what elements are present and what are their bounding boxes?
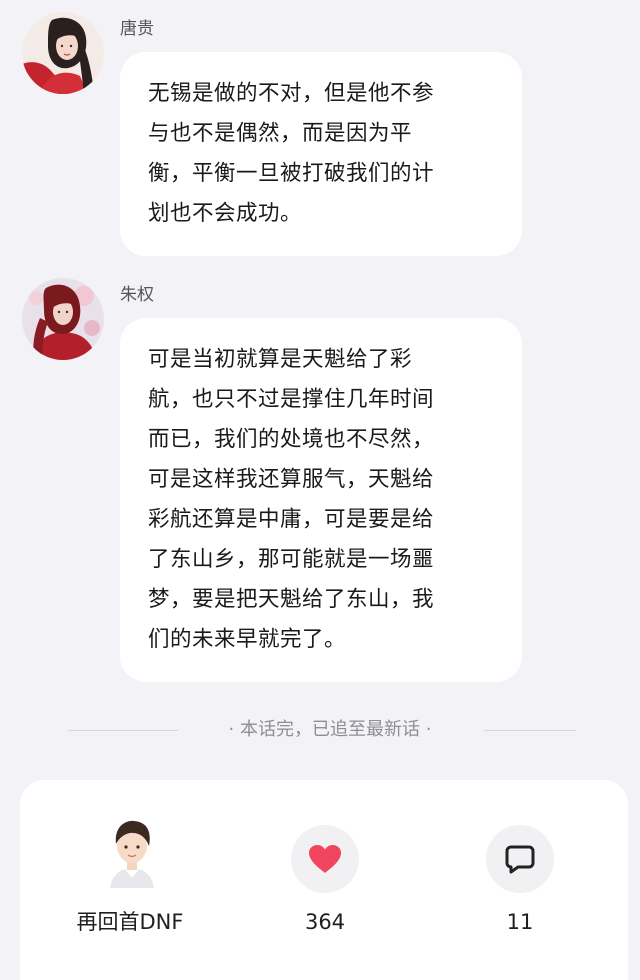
message-line: 彩航还算是中庸，可是要是给: [148, 507, 435, 532]
avatar[interactable]: [22, 12, 104, 94]
chapter-footer-card: 再回首DNF 364 11: [20, 780, 628, 980]
heart-icon: [309, 845, 341, 873]
avatar-portrait-icon: [22, 278, 104, 360]
message-bubble: 可是当初就算是天魁给了彩 航，也只不过是撑住几年时间 而已，我们的处境也不尽然，…: [120, 318, 522, 682]
comment-count: 11: [506, 910, 534, 934]
sender-name: 朱权: [120, 285, 154, 305]
chapter-end-notice: · 本话完，已追至最新话 ·: [228, 719, 432, 740]
message-bubble: 无锡是做的不对，但是他不参 与也不是偶然，而是因为平 衡，平衡一旦被打破我们的计…: [120, 52, 522, 256]
avatar-portrait-icon: [22, 12, 104, 94]
message-line: 航，也只不过是撑住几年时间: [148, 387, 435, 412]
avatar[interactable]: [22, 278, 104, 360]
message-line: 了东山乡，那可能就是一场噩: [148, 547, 435, 572]
chat-message: 朱权 可是当初就算是天魁给了彩 航，也只不过是撑住几年时间 而已，我们的处境也不…: [0, 272, 640, 682]
divider-line: [68, 730, 178, 731]
comment-bubble-icon: [505, 845, 535, 874]
message-line: 衡，平衡一旦被打破我们的计: [148, 161, 435, 186]
message-line: 们的未来早就完了。: [148, 627, 347, 652]
author-avatar: [110, 820, 154, 888]
comment-circle: [486, 825, 554, 893]
message-line: 而已，我们的处境也不尽然，: [148, 427, 435, 452]
message-line: 可是这样我还算服气，天魁给: [148, 467, 435, 492]
like-count: 364: [304, 910, 346, 934]
author-name: 再回首DNF: [76, 910, 184, 934]
like-button[interactable]: 364: [275, 816, 375, 946]
author-profile-button[interactable]: 再回首DNF: [60, 816, 200, 946]
message-line: 划也不会成功。: [148, 201, 303, 226]
message-line: 与也不是偶然，而是因为平: [148, 121, 413, 146]
like-circle: [291, 825, 359, 893]
comment-button[interactable]: 11: [470, 816, 570, 946]
chat-area: 唐贵 无锡是做的不对，但是他不参 与也不是偶然，而是因为平 衡，平衡一旦被打破我…: [0, 0, 640, 700]
message-line: 无锡是做的不对，但是他不参: [148, 81, 435, 106]
divider-line: [484, 730, 576, 731]
chat-message: 唐贵 无锡是做的不对，但是他不参 与也不是偶然，而是因为平 衡，平衡一旦被打破我…: [0, 0, 640, 256]
message-line: 可是当初就算是天魁给了彩: [148, 347, 413, 372]
sender-name: 唐贵: [120, 19, 154, 39]
message-line: 梦，要是把天魁给了东山，我: [148, 587, 435, 612]
chapter-end-divider: · 本话完，已追至最新话 ·: [0, 718, 640, 742]
